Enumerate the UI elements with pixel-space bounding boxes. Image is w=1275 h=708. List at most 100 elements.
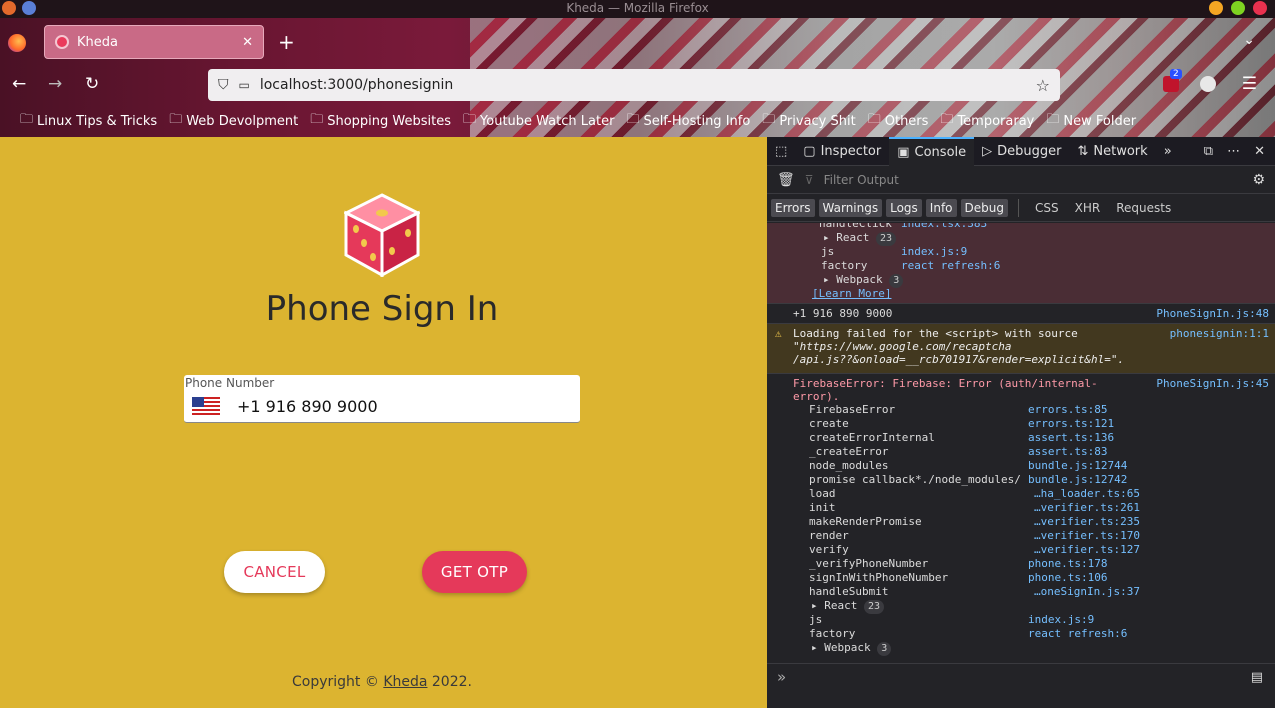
text-label[interactable]: …verifier.ts:235 (1034, 515, 1140, 529)
console-input[interactable]: » ▤ (767, 663, 1275, 693)
bookmark-folder[interactable]: 🗀 Temporaray (940, 110, 1034, 132)
list-tabs-chevron-icon[interactable]: ⌄ (1243, 32, 1255, 48)
close-devtools-icon[interactable]: ✕ (1254, 144, 1265, 159)
text-label[interactable]: …verifier.ts:170 (1034, 529, 1140, 543)
folder-icon: 🗀 (1046, 112, 1060, 127)
bookmark-folder[interactable]: 🗀 Others (868, 110, 929, 132)
settings-gear-icon[interactable]: ⚙ (1252, 172, 1265, 188)
error-message: FirebaseError: Firebase: Error (auth/int… (767, 373, 1275, 403)
text-label[interactable]: phonesignin:1:1 (1170, 327, 1269, 340)
filter-css[interactable]: CSS (1029, 201, 1065, 215)
bookmark-folder[interactable]: 🗀 Self-Hosting Info (626, 110, 750, 132)
phone-number-field[interactable]: Phone Number +1 916 890 9000 (184, 375, 580, 423)
console-filter-bar: 🗑 ⊽ Filter Output ⚙ (767, 166, 1275, 194)
text-label[interactable]: react refresh:6 (901, 259, 1000, 273)
close-tab-icon[interactable]: ✕ (242, 35, 253, 50)
text-label: Shopping Websites (327, 113, 452, 129)
text-label[interactable]: index.js:9 (1028, 613, 1094, 627)
stack-frame-group[interactable]: ▸ React 23 (767, 599, 1275, 614)
text-label[interactable]: PhoneSignIn.js:45 (1156, 377, 1269, 390)
devtools-controls: ⧉ ⋯ ✕ (1204, 144, 1275, 159)
text-label[interactable]: errors.ts:85 (1028, 403, 1107, 417)
page-info-icon[interactable]: ▭ (239, 78, 250, 92)
more-tabs-icon[interactable]: » (1156, 137, 1180, 166)
element-picker-icon[interactable]: ⬚ (767, 137, 795, 166)
filter-errors[interactable]: Errors (771, 198, 815, 217)
filter-debug[interactable]: Debug (960, 198, 1008, 217)
text-label[interactable]: …verifier.ts:127 (1034, 543, 1140, 557)
text-label: signInWithPhoneNumber (809, 571, 949, 584)
filter-info[interactable]: Info (925, 198, 957, 217)
text-label: Temporaray (957, 113, 1035, 129)
filter-logs[interactable]: Logs (886, 198, 922, 217)
stack-frame-group[interactable]: ▸ Webpack 3 (767, 273, 1275, 288)
bookmark-folder[interactable]: 🗀 New Folder (1046, 110, 1136, 132)
bookmark-folder[interactable]: 🗀 Shopping Websites (310, 110, 451, 132)
page-title: Phone Sign In (265, 289, 499, 329)
text-label[interactable]: assert.ts:136 (1028, 431, 1114, 445)
text-label[interactable]: …verifier.ts:261 (1034, 501, 1140, 515)
text-label: Debugger (997, 143, 1062, 159)
filter-xhr[interactable]: XHR (1069, 201, 1107, 215)
maximize-button[interactable] (1231, 1, 1245, 15)
text-label[interactable]: phone.ts:106 (1028, 571, 1107, 585)
bookmark-star-icon[interactable]: ☆ (1036, 76, 1050, 95)
text-label: promise callback*./node_modules/ (809, 473, 1021, 486)
tab-inspector[interactable]: ▢ Inspector (795, 137, 889, 166)
pin-icon[interactable] (22, 1, 36, 15)
back-button[interactable]: ← (12, 74, 26, 94)
inspector-icon: ▢ (803, 143, 816, 159)
stack-frame-group[interactable]: ▸ React 23 (767, 231, 1275, 246)
more-options-icon[interactable]: ⋯ (1227, 144, 1240, 159)
us-flag-icon[interactable] (192, 397, 220, 415)
url-text[interactable]: localhost:3000/phonesignin (260, 77, 453, 93)
phone-number-input[interactable]: +1 916 890 9000 (237, 397, 378, 416)
footer-link[interactable]: Kheda (383, 674, 427, 690)
forward-button[interactable]: → (48, 74, 62, 94)
extension-icon[interactable] (1200, 76, 1216, 92)
sidebar-toggle-icon[interactable]: ▤ (1251, 670, 1263, 685)
trash-icon[interactable]: 🗑 (777, 172, 795, 188)
text-label[interactable]: …ha_loader.ts:65 (1034, 487, 1140, 501)
text-label[interactable]: bundle.js:12742 (1028, 473, 1127, 487)
bookmark-folder[interactable]: 🗀 Linux Tips & Tricks (20, 110, 157, 132)
tab-debugger[interactable]: ▷ Debugger (974, 137, 1069, 166)
text-label[interactable]: assert.ts:83 (1028, 445, 1107, 459)
learn-more-link[interactable]: [Learn More] (767, 287, 1275, 301)
text-label[interactable]: index.tsx:383 (901, 223, 987, 231)
text-label[interactable]: react refresh:6 (1028, 627, 1127, 641)
devtools-panel: ⬚ ▢ Inspector ▣ Console ▷ Debugger ⇅ Network… (767, 136, 1275, 708)
firefox-menu-icon[interactable] (8, 34, 26, 52)
window-title: Kheda — Mozilla Firefox (566, 1, 709, 15)
filter-requests[interactable]: Requests (1110, 201, 1177, 215)
shield-icon[interactable]: ⛉ (218, 77, 229, 93)
url-bar[interactable]: ⛉ ▭ localhost:3000/phonesignin ☆ (208, 69, 1060, 101)
reload-button[interactable]: ↻ (85, 74, 99, 94)
stack-frame: _createError assert.ts:83 (767, 445, 1275, 459)
filter-warnings[interactable]: Warnings (818, 198, 883, 217)
cancel-button[interactable]: CANCEL (224, 551, 325, 593)
dock-icon[interactable]: ⧉ (1204, 144, 1213, 159)
text-label[interactable]: …oneSignIn.js:37 (1034, 585, 1140, 599)
devtools-toolbar: ⬚ ▢ Inspector ▣ Console ▷ Debugger ⇅ Network… (767, 136, 1275, 166)
text-label[interactable]: errors.ts:121 (1028, 417, 1114, 431)
text-label[interactable]: index.js:9 (901, 245, 967, 259)
hamburger-menu-icon[interactable]: ☰ (1242, 74, 1257, 94)
new-tab-button[interactable]: + (278, 30, 295, 54)
bookmark-folder[interactable]: 🗀 Privacy Shit (762, 110, 855, 132)
stack-frame-group[interactable]: ▸ Webpack 3 (767, 641, 1275, 656)
minimize-button[interactable] (1209, 1, 1223, 15)
tab-kheda[interactable]: Kheda ✕ (44, 25, 264, 59)
text-label[interactable]: bundle.js:12744 (1028, 459, 1127, 473)
tab-network[interactable]: ⇅ Network (1070, 137, 1156, 166)
text-label[interactable]: [Learn More] (812, 287, 891, 301)
tab-console[interactable]: ▣ Console (889, 136, 975, 166)
text-label[interactable]: phone.ts:178 (1028, 557, 1107, 571)
text-label: js (809, 613, 823, 626)
get-otp-button[interactable]: GET OTP (422, 551, 527, 593)
filter-input[interactable]: Filter Output (824, 173, 899, 187)
bookmark-folder[interactable]: 🗀 Youtube Watch Later (463, 110, 614, 132)
bookmark-folder[interactable]: 🗀 Web Devolpment (169, 110, 298, 132)
close-window-button[interactable] (1253, 1, 1267, 15)
text-label[interactable]: PhoneSignIn.js:48 (1156, 307, 1269, 320)
